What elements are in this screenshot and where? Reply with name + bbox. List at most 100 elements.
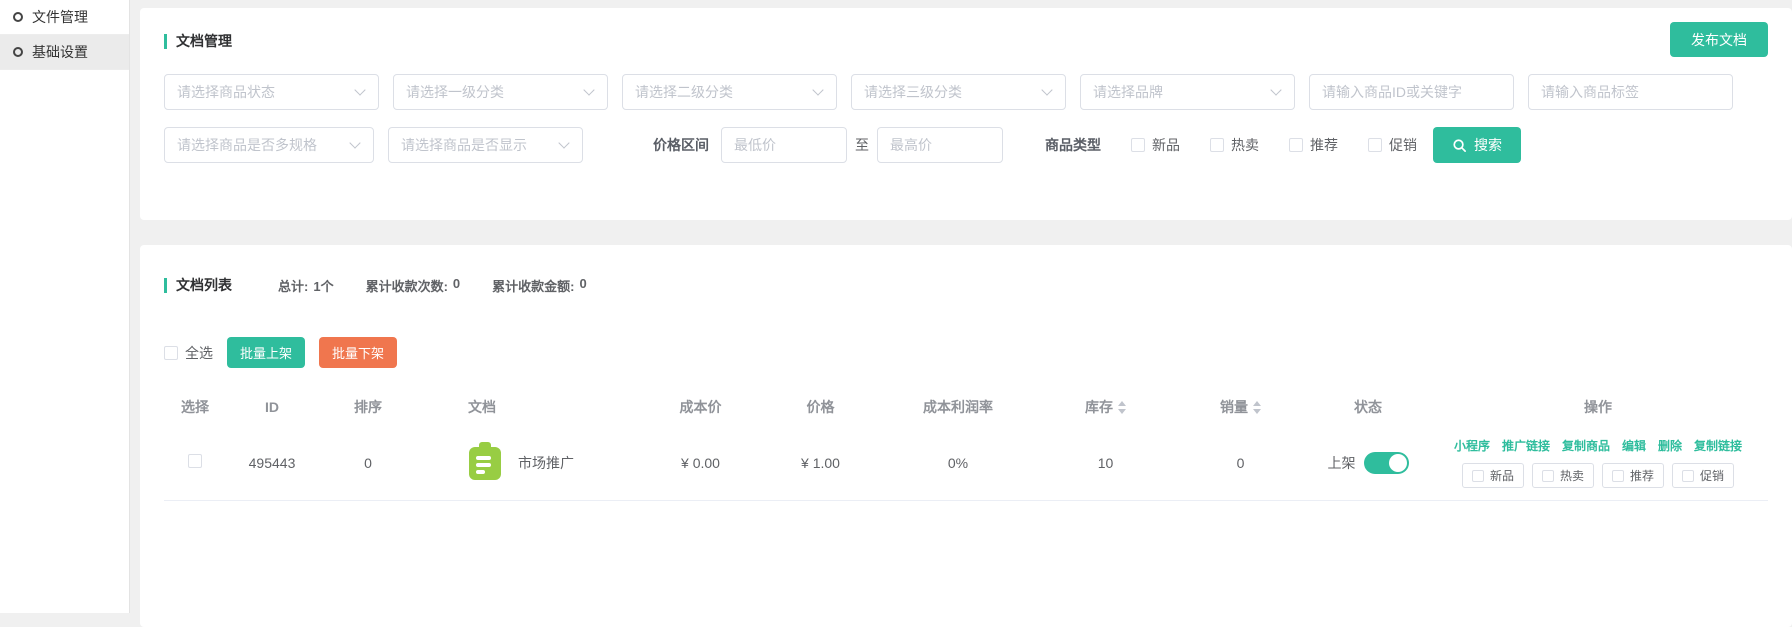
batch-off-shelf-button[interactable]: 批量下架 <box>319 337 397 368</box>
chevron-down-icon <box>349 137 360 148</box>
column-header-sort: 排序 <box>318 388 418 426</box>
publish-doc-button[interactable]: 发布文档 <box>1670 22 1768 57</box>
checkbox-icon[interactable] <box>164 346 178 360</box>
category1-select[interactable]: 请选择一级分类 <box>393 74 608 110</box>
row-tag-options: 新品 热卖 推荐 促销 <box>1428 463 1768 488</box>
cell-doc-title: 市场推广 <box>518 453 574 473</box>
checkbox-label: 新品 <box>1152 135 1180 155</box>
sidebar-item-file-management[interactable]: 文件管理 <box>0 0 129 35</box>
checkbox-icon[interactable] <box>1368 138 1382 152</box>
column-header-cost-margin: 成本利润率 <box>878 388 1038 426</box>
cell-sales: 0 <box>1173 426 1308 500</box>
price-range-label: 价格区间 <box>653 135 709 155</box>
checkbox-icon[interactable] <box>1542 470 1554 482</box>
category2-select[interactable]: 请选择二级分类 <box>622 74 837 110</box>
action-copy-link[interactable]: 复制链接 <box>1694 437 1742 454</box>
type-checkbox-new[interactable]: 新品 <box>1131 135 1180 155</box>
type-checkbox-promo[interactable]: 促销 <box>1368 135 1417 155</box>
sort-down-icon[interactable] <box>1253 409 1261 414</box>
row-tag-hot[interactable]: 热卖 <box>1532 463 1594 488</box>
column-header-status: 状态 <box>1308 388 1428 426</box>
cell-cost-price: ¥ 0.00 <box>638 426 763 500</box>
search-icon <box>1452 138 1467 153</box>
visibility-select[interactable]: 请选择商品是否显示 <box>388 127 583 163</box>
document-table: 选择 ID 排序 文档 成本价 价格 成本利润率 库存 <box>164 388 1768 501</box>
action-delete[interactable]: 删除 <box>1658 437 1682 454</box>
search-button-label: 搜索 <box>1474 135 1502 155</box>
action-promo-link[interactable]: 推广链接 <box>1502 437 1550 454</box>
product-id-keyword-input[interactable] <box>1309 74 1514 110</box>
status-label: 上架 <box>1328 453 1356 473</box>
checkbox-label: 促销 <box>1389 135 1417 155</box>
max-price-input[interactable] <box>877 127 1003 163</box>
type-checkbox-hot[interactable]: 热卖 <box>1210 135 1259 155</box>
search-button[interactable]: 搜索 <box>1433 127 1521 163</box>
select-all-checkbox[interactable]: 全选 <box>164 343 213 363</box>
sidebar-item-basic-settings[interactable]: 基础设置 <box>0 35 129 70</box>
list-title-text: 文档列表 <box>176 275 232 295</box>
chevron-down-icon <box>354 84 365 95</box>
select-all-label: 全选 <box>185 343 213 363</box>
list-title: 文档列表 <box>164 275 232 295</box>
row-tag-recommend[interactable]: 推荐 <box>1602 463 1664 488</box>
row-checkbox[interactable] <box>188 454 202 468</box>
multi-spec-select[interactable]: 请选择商品是否多规格 <box>164 127 374 163</box>
sidebar-item-label: 文件管理 <box>32 7 88 27</box>
checkbox-icon[interactable] <box>1131 138 1145 152</box>
checkbox-icon[interactable] <box>1210 138 1224 152</box>
chevron-down-icon <box>812 84 823 95</box>
stat-total: 总计: 1个 <box>278 276 334 295</box>
filter-panel: 文档管理 发布文档 请选择商品状态 请选择一级分类 请选择二级分类 请选择三级分… <box>140 8 1792 220</box>
product-tag-input[interactable] <box>1528 74 1733 110</box>
batch-on-shelf-button[interactable]: 批量上架 <box>227 337 305 368</box>
column-header-select: 选择 <box>164 388 226 426</box>
status-toggle[interactable] <box>1364 452 1409 474</box>
document-icon <box>468 442 502 484</box>
checkbox-icon[interactable] <box>1472 470 1484 482</box>
sidebar-item-label: 基础设置 <box>32 42 88 62</box>
column-header-doc: 文档 <box>418 388 638 426</box>
action-mini-program[interactable]: 小程序 <box>1454 437 1490 454</box>
sort-up-icon[interactable] <box>1253 401 1261 406</box>
column-header-id: ID <box>226 388 318 426</box>
checkbox-icon[interactable] <box>1682 470 1694 482</box>
sort-up-icon[interactable] <box>1118 401 1126 406</box>
column-header-price: 价格 <box>763 388 878 426</box>
main-content: 文档管理 发布文档 请选择商品状态 请选择一级分类 请选择二级分类 请选择三级分… <box>140 8 1792 613</box>
sort-down-icon[interactable] <box>1118 409 1126 414</box>
page-title-text: 文档管理 <box>176 31 232 51</box>
sort-carets <box>1118 401 1126 414</box>
product-type-label: 商品类型 <box>1045 135 1101 155</box>
row-tag-promo[interactable]: 促销 <box>1672 463 1734 488</box>
checkbox-icon[interactable] <box>1612 470 1624 482</box>
stat-payment-amount: 累计收款金额: 0 <box>492 276 587 295</box>
checkbox-icon[interactable] <box>1289 138 1303 152</box>
document-list-panel: 文档列表 总计: 1个 累计收款次数: 0 累计收款金额: 0 <box>140 245 1792 627</box>
sidebar: 文件管理 基础设置 <box>0 0 130 613</box>
stat-payment-count: 累计收款次数: 0 <box>366 276 461 295</box>
category3-select[interactable]: 请选择三级分类 <box>851 74 1066 110</box>
column-header-actions: 操作 <box>1428 388 1768 426</box>
product-status-select[interactable]: 请选择商品状态 <box>164 74 379 110</box>
table-header-row: 选择 ID 排序 文档 成本价 价格 成本利润率 库存 <box>164 388 1768 426</box>
action-edit[interactable]: 编辑 <box>1622 437 1646 454</box>
column-header-cost-price: 成本价 <box>638 388 763 426</box>
column-header-stock: 库存 <box>1038 388 1173 426</box>
checkbox-label: 推荐 <box>1310 135 1338 155</box>
column-header-sales: 销量 <box>1173 388 1308 426</box>
action-copy-product[interactable]: 复制商品 <box>1562 437 1610 454</box>
cell-stock: 10 <box>1038 426 1173 500</box>
title-accent-bar <box>164 34 167 49</box>
row-tag-new[interactable]: 新品 <box>1462 463 1524 488</box>
type-checkbox-recommend[interactable]: 推荐 <box>1289 135 1338 155</box>
circle-icon <box>13 12 23 22</box>
filter-row-1: 请选择商品状态 请选择一级分类 请选择二级分类 请选择三级分类 请选择品牌 <box>164 74 1768 110</box>
page-title: 文档管理 <box>164 22 232 51</box>
filter-row-2: 请选择商品是否多规格 请选择商品是否显示 价格区间 至 商品类型 新品 热卖 <box>164 127 1768 163</box>
table-row: 495443 0 <box>164 426 1768 500</box>
cell-cost-margin: 0% <box>878 426 1038 500</box>
min-price-input[interactable] <box>721 127 847 163</box>
list-stats: 总计: 1个 累计收款次数: 0 累计收款金额: 0 <box>278 276 587 295</box>
brand-select[interactable]: 请选择品牌 <box>1080 74 1295 110</box>
chevron-down-icon <box>1270 84 1281 95</box>
